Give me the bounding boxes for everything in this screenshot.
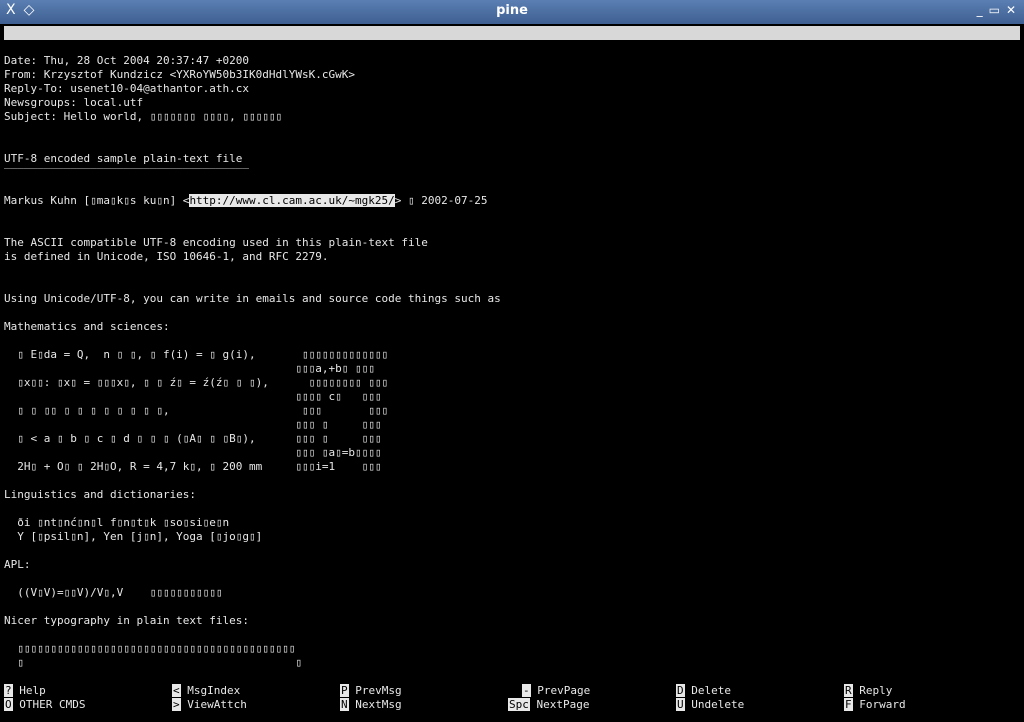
cmd-msg-index[interactable]: < MsgIndex (172, 684, 240, 698)
math-line: ▯▯▯a,+b▯ ▯▯▯ (4, 362, 375, 375)
status-left: PINE 4.61 MESSAGE TEXT (10, 40, 169, 53)
cmd-label: Delete (691, 684, 731, 697)
cmd-label: PrevPage (537, 684, 591, 697)
status-right: <News on localhost/nntp> local.utf Msg 1… (656, 54, 988, 67)
window-controls: _ ▭ ✕ (977, 3, 1016, 17)
cmd-label: Undelete (691, 698, 745, 711)
status-bar: PINE 4.61 MESSAGE TEXT <News on localhos… (4, 26, 1020, 67)
cmd-key: > (172, 698, 181, 711)
maximize-icon[interactable]: ▭ (989, 3, 1000, 17)
math-line: ▯x▯▯: ▯x▯ = ▯▯▯x▯, ▯ ▯ ź▯ = ź(ź▯ ▯ ▯), ▯… (4, 376, 389, 389)
cmd-label: ViewAttch (187, 698, 247, 711)
math-line: ▯▯▯ ▯ ▯▯▯ (4, 418, 382, 431)
cmd-forward[interactable]: F Forward (844, 698, 906, 712)
cmd-key: ? (4, 684, 13, 697)
body-underline: ‾‾‾‾‾‾‾‾‾‾‾‾‾‾‾‾‾‾‾‾‾‾‾‾‾‾‾‾‾‾‾‾‾‾‾‾‾ (4, 166, 250, 179)
typography-line: ▯ ▯ (4, 656, 303, 669)
cmd-view-attch[interactable]: > ViewAttch (172, 698, 247, 712)
close-icon[interactable]: ✕ (1006, 3, 1016, 17)
author-prefix: Markus Kuhn [▯ma▯k▯s ku▯n] < (4, 194, 190, 207)
cmd-key: < (172, 684, 181, 697)
cmd-label: OTHER CMDS (19, 698, 86, 711)
cmd-next-msg[interactable]: N NextMsg (340, 698, 402, 712)
body-author-line: Markus Kuhn [▯ma▯k▯s ku▯n] <http://www.c… (4, 194, 487, 208)
cmd-undelete[interactable]: U Undelete (676, 698, 744, 712)
body-heading-math: Mathematics and sciences: (4, 320, 170, 333)
window-titlebar: X ◇ pine _ ▭ ✕ (0, 0, 1024, 24)
cmd-label: MsgIndex (187, 684, 241, 697)
cmd-delete[interactable]: D Delete (676, 684, 731, 698)
cmd-label: Reply (859, 684, 893, 697)
math-line: ▯ < a ▯ b ▯ c ▯ d ▯ ▯ ▯ (▯A▯ ▯ ▯B▯), ▯▯▯… (4, 432, 382, 445)
window-title: pine (496, 3, 528, 18)
body-heading-typography: Nicer typography in plain text files: (4, 614, 250, 627)
math-line: 2H▯ + O▯ ▯ 2H▯O, R = 4,7 k▯, ▯ 200 mm ▯▯… (4, 460, 382, 473)
body-title: UTF-8 encoded sample plain-text file (4, 152, 243, 165)
cmd-label: NextPage (536, 698, 590, 711)
cmd-label: Help (19, 684, 46, 697)
cmd-other-cmds[interactable]: O OTHER CMDS (4, 698, 85, 712)
cmd-key: P (340, 684, 349, 697)
author-suffix: > ▯ 2002-07-25 (394, 194, 488, 207)
cmd-prev-page[interactable]: - PrevPage (508, 684, 590, 698)
typography-line: ▯▯▯▯▯▯▯▯▯▯▯▯▯▯▯▯▯▯▯▯▯▯▯▯▯▯▯▯▯▯▯▯▯▯▯▯▯▯▯▯… (4, 642, 296, 655)
header-reply-to: Reply-To: usenet10-04@athantor.ath.cx (4, 82, 250, 95)
body-heading-linguistics: Linguistics and dictionaries: (4, 488, 197, 501)
body-line-unicode: is defined in Unicode, ISO 10646-1, and … (4, 250, 329, 263)
cmd-reply[interactable]: R Reply (844, 684, 892, 698)
math-line: ▯ ▯ ▯▯ ▯ ▯ ▯ ▯ ▯ ▯ ▯ ▯, ▯▯▯ ▯▯▯ (4, 404, 389, 417)
apl-line: ((V▯V)=▯▯V)/V▯,V ▯▯▯▯▯▯▯▯▯▯▯ (4, 586, 223, 599)
cmd-key: U (676, 698, 685, 711)
linguistics-line: ði ▯nt▯nć▯n▯l f▯n▯t▯k ▯so▯si▯e▯n (4, 516, 230, 529)
cmd-key: Spc (508, 698, 530, 711)
cmd-next-page[interactable]: Spc NextPage (508, 698, 589, 712)
cmd-key: R (844, 684, 853, 697)
cmd-label: NextMsg (355, 698, 402, 711)
cmd-label: PrevMsg (355, 684, 402, 697)
cmd-help[interactable]: ? Help (4, 684, 46, 698)
cmd-label: Forward (859, 698, 906, 711)
author-link[interactable]: http://www.cl.cam.ac.uk/~mgk25/ (189, 194, 395, 207)
math-line: ▯▯▯▯ c▯ ▯▯▯ (4, 390, 382, 403)
terminal-area[interactable]: PINE 4.61 MESSAGE TEXT <News on localhos… (0, 24, 1024, 722)
header-newsgroups: Newsgroups: local.utf (4, 96, 144, 109)
minimize-icon[interactable]: _ (977, 3, 983, 17)
header-date: Date: Thu, 28 Oct 2004 20:37:47 +0200 (4, 54, 250, 67)
math-line: ▯▯▯ ▯a▯=b▯▯▯▯ (4, 446, 382, 459)
linguistics-line: Y [▯psil▯n], Yen [j▯n], Yoga [▯jo▯g▯] (4, 530, 263, 543)
cmd-key: O (4, 698, 13, 711)
cmd-key: D (676, 684, 685, 697)
body-line-ascii: The ASCII compatible UTF-8 encoding used… (4, 236, 428, 249)
cmd-key: F (844, 698, 853, 711)
body-line-using: Using Unicode/UTF-8, you can write in em… (4, 292, 501, 305)
header-from: From: Krzysztof Kundzicz <YXRoYW50b3IK0d… (4, 68, 355, 81)
cmd-key: - (522, 684, 531, 697)
header-subject: Subject: Hello world, ▯▯▯▯▯▯▯ ▯▯▯▯, ▯▯▯▯… (4, 110, 283, 123)
math-line: ▯ E▯da = Q, n ▯ ▯, ▯ f(i) = ▯ g(i), ▯▯▯▯… (4, 348, 389, 361)
body-heading-apl: APL: (4, 558, 31, 571)
cmd-prev-msg[interactable]: P PrevMsg (340, 684, 402, 698)
cmd-key: N (340, 698, 349, 711)
